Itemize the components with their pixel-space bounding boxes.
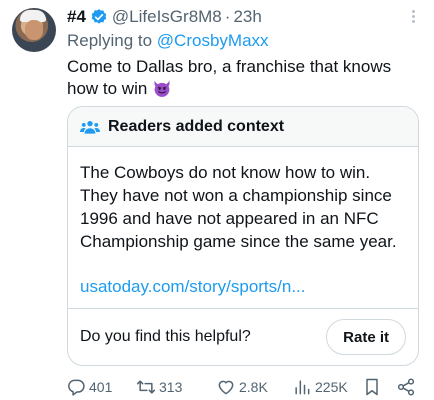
verified-badge-icon xyxy=(91,9,107,24)
helpful-question: Do you find this helpful? xyxy=(80,328,251,345)
replying-to-handle[interactable]: @CrosbyMaxx xyxy=(157,31,269,50)
bookmark-button[interactable] xyxy=(362,377,382,397)
tweet-time[interactable]: 23h xyxy=(233,7,261,27)
heart-icon xyxy=(218,380,234,395)
tweet-header: #4 @LifeIsGr8M8 · 23h xyxy=(67,6,262,28)
reply-button[interactable]: 401 xyxy=(66,377,112,397)
community-note-header: Readers added context xyxy=(68,107,418,147)
replying-to: Replying to @CrosbyMaxx xyxy=(67,31,269,51)
author-name[interactable]: #4 xyxy=(67,7,86,27)
retweet-button[interactable]: 313 xyxy=(136,377,182,397)
more-options-icon[interactable] xyxy=(406,8,420,26)
retweet-icon xyxy=(136,380,156,394)
community-note-title: Readers added context xyxy=(108,117,285,135)
community-note-text: The Cowboys do not know how to win. They… xyxy=(80,163,397,251)
retweet-count: 313 xyxy=(159,379,183,395)
community-note-body: The Cowboys do not know how to win. They… xyxy=(68,147,418,298)
community-note-footer: Do you find this helpful? Rate it xyxy=(68,308,418,365)
devil-face-icon xyxy=(154,80,170,97)
community-note-link[interactable]: usatoday.com/story/sports/n... xyxy=(80,275,406,298)
tweet-text-container: Come to Dallas bro, a franchise that kno… xyxy=(67,56,417,100)
like-count: 2.8K xyxy=(239,379,268,395)
share-button[interactable] xyxy=(396,377,416,397)
rate-it-button[interactable]: Rate it xyxy=(326,319,406,355)
replying-to-label: Replying to xyxy=(67,31,153,50)
reply-count: 401 xyxy=(89,379,113,395)
view-count: 225K xyxy=(315,379,348,395)
users-icon xyxy=(80,120,100,134)
share-icon xyxy=(397,378,415,396)
author-handle[interactable]: @LifeIsGr8M8 xyxy=(112,7,222,27)
reply-icon xyxy=(68,379,85,396)
avatar-face xyxy=(25,20,43,40)
views-button[interactable]: 225K xyxy=(292,377,348,397)
bookmark-icon xyxy=(366,378,378,396)
like-button[interactable]: 2.8K xyxy=(216,377,268,397)
avatar[interactable] xyxy=(12,8,56,52)
tweet-actions: 401 313 2.8K 225K xyxy=(64,374,424,400)
tweet-text: Come to Dallas bro, a franchise that kno… xyxy=(67,57,392,98)
community-note-card: Readers added context The Cowboys do not… xyxy=(67,106,419,366)
separator-dot: · xyxy=(224,7,231,26)
views-chart-icon xyxy=(295,380,310,395)
